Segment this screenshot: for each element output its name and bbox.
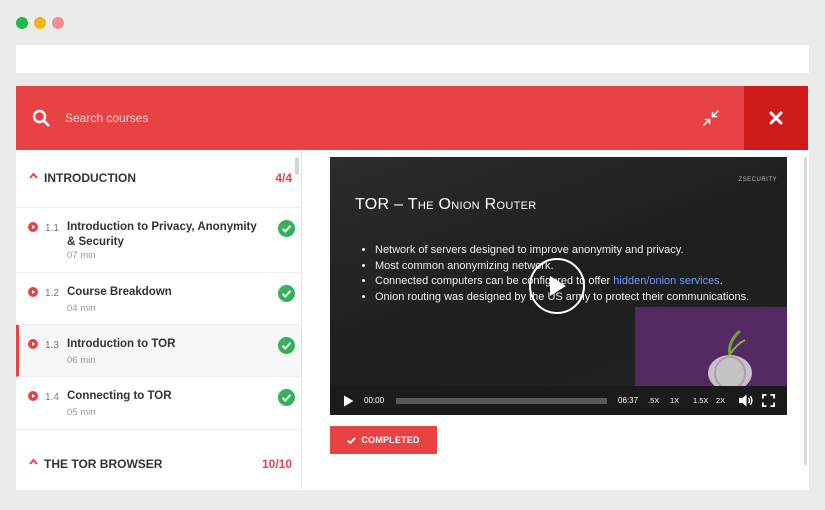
window-controls — [16, 17, 64, 29]
completed-button[interactable]: COMPLETED — [330, 426, 437, 454]
speed-option-1-5x[interactable]: 1.5X — [693, 396, 708, 405]
lesson-duration: 04 min — [67, 303, 96, 314]
lesson-player-area: ZSECURITY TOR – The Onion Router Network… — [302, 150, 809, 490]
search-bar — [16, 86, 744, 150]
slide-title: TOR – The Onion Router — [355, 196, 537, 213]
window-dot-pink[interactable] — [52, 17, 64, 29]
slide-brand-logo: ZSECURITY — [738, 177, 777, 183]
slide-bullet: Network of servers designed to improve a… — [375, 243, 785, 259]
lesson-title: Introduction to TOR — [67, 338, 176, 350]
lesson-number: 1.1 — [45, 223, 59, 234]
search-icon[interactable] — [32, 109, 50, 127]
check-circle-icon — [278, 337, 295, 354]
close-button[interactable] — [744, 86, 808, 150]
play-circle-icon — [28, 287, 38, 297]
lesson-title: Course Breakdown — [67, 286, 172, 298]
chevron-up-icon — [29, 458, 38, 465]
checkmark-icon — [347, 436, 357, 444]
section-header-tor-browser[interactable]: THE TOR BROWSER 10/10 — [16, 430, 301, 490]
speed-option-2x[interactable]: 2X — [716, 396, 725, 405]
play-icon[interactable] — [343, 395, 354, 407]
fullscreen-icon[interactable] — [762, 394, 775, 407]
video-player[interactable]: ZSECURITY TOR – The Onion Router Network… — [330, 157, 787, 415]
video-duration: 06:37 — [618, 396, 639, 405]
slide-bullet-link: hidden/onion services — [613, 275, 720, 287]
speed-option-0-5x[interactable]: .5X — [648, 396, 659, 405]
slide-bullet-text: . — [719, 275, 723, 287]
lesson-title: Connecting to TOR — [67, 390, 172, 402]
lesson-item-1-1[interactable]: 1.1 Introduction to Privacy, Anonymity &… — [16, 208, 301, 273]
collapse-icon[interactable] — [702, 109, 720, 127]
lesson-item-1-4[interactable]: 1.4 Connecting to TOR 05 min — [16, 377, 301, 430]
big-play-button[interactable] — [529, 258, 585, 314]
speed-option-1x[interactable]: 1X — [670, 396, 679, 405]
course-content: INTRODUCTION 4/4 1.1 Introduction to Pri… — [16, 150, 809, 490]
lesson-number: 1.3 — [45, 340, 59, 351]
video-control-bar: 00:00 06:37 .5X 1X 1.5X 2X — [330, 386, 787, 415]
play-circle-icon — [28, 222, 38, 232]
play-circle-icon — [28, 391, 38, 401]
search-input[interactable] — [65, 106, 665, 130]
main-scrollbar[interactable] — [804, 157, 807, 465]
section-header-introduction[interactable]: INTRODUCTION 4/4 — [16, 150, 301, 208]
video-progress-bar[interactable] — [396, 398, 607, 404]
window-dot-yellow[interactable] — [34, 17, 46, 29]
lesson-duration: 05 min — [67, 407, 96, 418]
address-bar[interactable] — [16, 45, 809, 73]
slide-tor-logo-graphic — [635, 307, 787, 386]
curriculum-sidebar: INTRODUCTION 4/4 1.1 Introduction to Pri… — [16, 150, 302, 490]
lesson-title: Introduction to Privacy, Anonymity & Sec… — [67, 221, 257, 248]
section-title: THE TOR BROWSER — [44, 457, 163, 471]
check-circle-icon — [278, 389, 295, 406]
play-icon — [550, 276, 566, 296]
browser-window: INTRODUCTION 4/4 1.1 Introduction to Pri… — [0, 0, 825, 510]
chevron-up-icon — [29, 172, 38, 179]
lesson-item-1-3[interactable]: 1.3 Introduction to TOR 06 min — [16, 325, 301, 377]
completed-label: COMPLETED — [361, 435, 420, 445]
volume-icon[interactable] — [739, 394, 754, 407]
check-circle-icon — [278, 220, 295, 237]
onion-graphic — [708, 329, 752, 386]
lesson-duration: 07 min — [67, 250, 96, 261]
window-dot-green[interactable] — [16, 17, 28, 29]
section-title: INTRODUCTION — [44, 171, 136, 185]
video-frame[interactable]: ZSECURITY TOR – The Onion Router Network… — [330, 157, 787, 386]
section-progress-count: 4/4 — [275, 171, 292, 185]
lesson-number: 1.4 — [45, 392, 59, 403]
play-circle-icon — [28, 339, 38, 349]
section-progress-count: 10/10 — [261, 457, 292, 471]
lesson-duration: 06 min — [67, 355, 96, 366]
check-circle-icon — [278, 285, 295, 302]
lesson-item-1-2[interactable]: 1.2 Course Breakdown 04 min — [16, 273, 301, 325]
close-icon — [769, 111, 783, 125]
lesson-number: 1.2 — [45, 288, 59, 299]
current-time: 00:00 — [364, 396, 385, 405]
